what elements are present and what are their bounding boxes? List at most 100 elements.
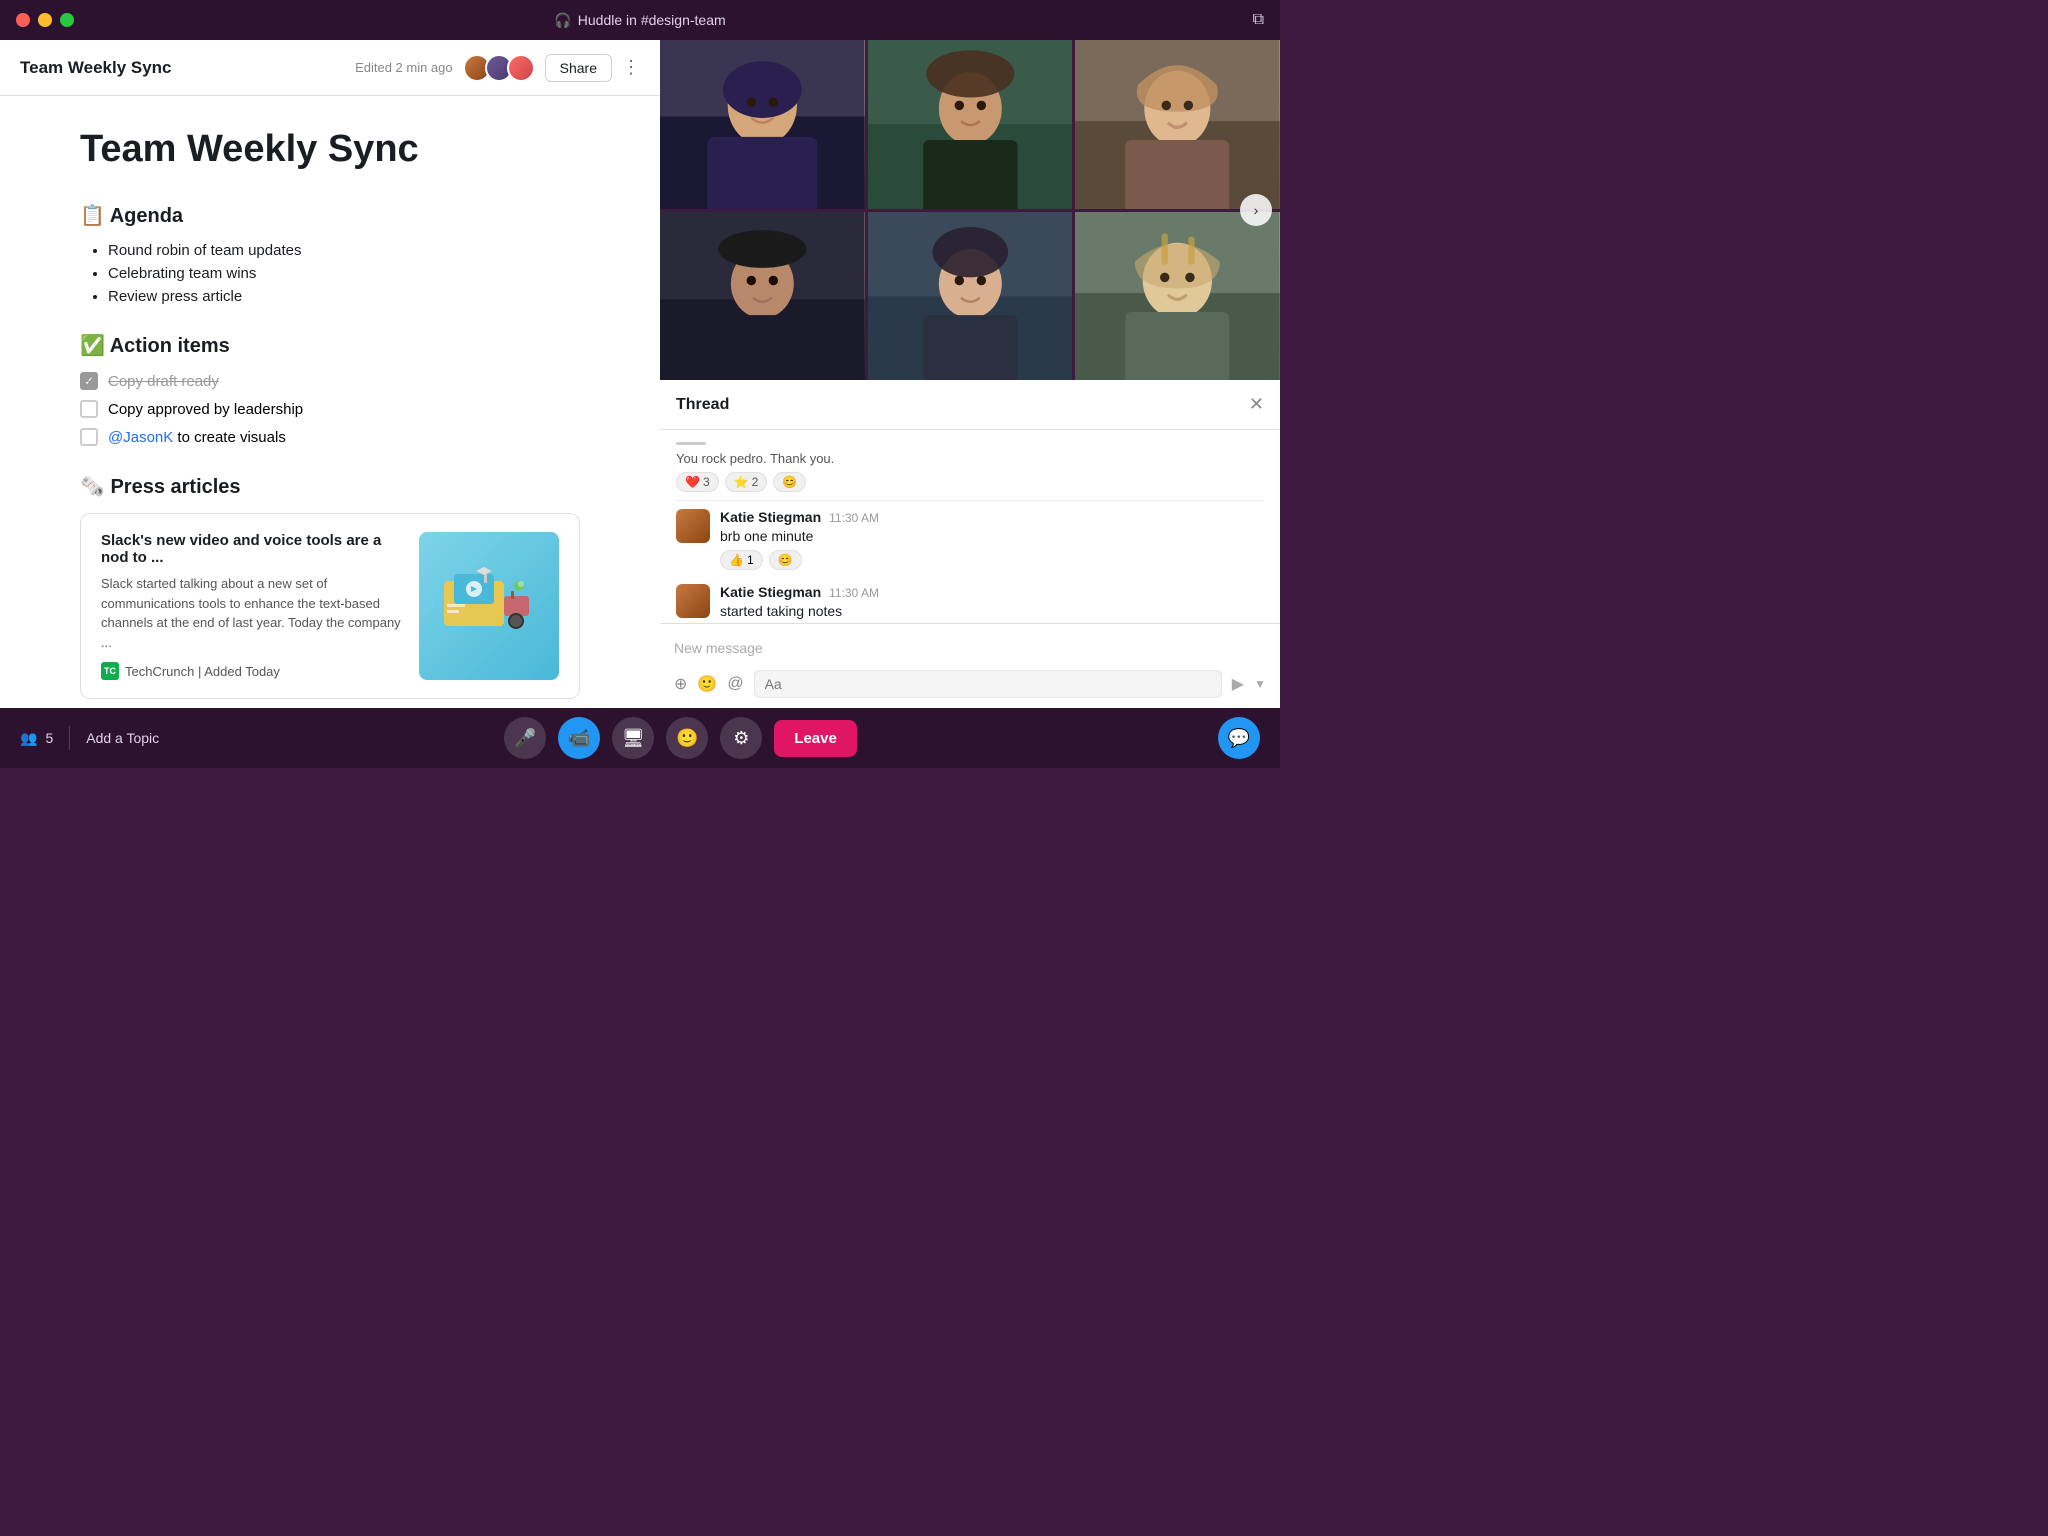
prev-msg-divider bbox=[676, 442, 706, 445]
canvas-header-right: Edited 2 min ago Share ⋮ bbox=[355, 54, 640, 82]
checkbox-2[interactable] bbox=[80, 400, 98, 418]
next-video-button[interactable]: › bbox=[1240, 194, 1272, 226]
techcrunch-logo: TC bbox=[101, 662, 119, 680]
video-cell-5 bbox=[868, 212, 1073, 381]
article-card[interactable]: Slack's new video and voice tools are a … bbox=[80, 513, 580, 699]
message-1: Katie Stiegman 11:30 AM brb one minute 👍… bbox=[676, 509, 1264, 570]
leave-button[interactable]: Leave bbox=[774, 720, 857, 757]
traffic-lights bbox=[16, 13, 74, 27]
message-1-body: Katie Stiegman 11:30 AM brb one minute 👍… bbox=[720, 509, 1264, 570]
close-thread-button[interactable]: ✕ bbox=[1249, 394, 1264, 415]
article-excerpt: Slack started talking about a new set of… bbox=[101, 574, 403, 652]
message-2: Katie Stiegman 11:30 AM started taking n… bbox=[676, 584, 1264, 623]
smile-2-emoji: 😊 bbox=[778, 553, 793, 567]
minimize-traffic-light[interactable] bbox=[38, 13, 52, 27]
checkbox-1[interactable]: ✓ bbox=[80, 372, 98, 390]
person-svg-6 bbox=[1075, 212, 1280, 381]
message-2-avatar bbox=[676, 584, 710, 618]
article-illustration bbox=[439, 566, 539, 646]
collaborator-avatar-3 bbox=[507, 54, 535, 82]
reaction-star-count: 2 bbox=[752, 475, 759, 489]
previous-message: You rock pedro. Thank you. ❤️ 3 ⭐ 2 😊 bbox=[676, 442, 1264, 501]
agenda-item-1: Round robin of team updates bbox=[108, 242, 580, 259]
message-format-input[interactable] bbox=[754, 670, 1222, 698]
reaction-smile-1[interactable]: 😊 bbox=[773, 472, 806, 492]
title-bar: 🎧 Huddle in #design-team ⧉ bbox=[0, 0, 1280, 40]
send-options-button[interactable]: ▼ bbox=[1254, 677, 1266, 691]
message-1-avatar bbox=[676, 509, 710, 543]
emoji-button[interactable]: 🙂 bbox=[697, 674, 717, 694]
message-1-text: brb one minute bbox=[720, 528, 1264, 544]
edited-time: Edited 2 min ago bbox=[355, 60, 453, 75]
video-grid: › bbox=[660, 40, 1280, 380]
person-svg-5 bbox=[868, 212, 1073, 381]
canvas-document-title: Team Weekly Sync bbox=[20, 58, 172, 78]
right-panel: › Thread ✕ You rock pedro. Thank you. ❤️… bbox=[660, 40, 1280, 708]
press-heading: 🗞️ Press articles bbox=[80, 474, 580, 499]
action-item-3[interactable]: @JasonK to create visuals bbox=[80, 428, 580, 446]
share-button[interactable]: Share bbox=[545, 54, 612, 82]
reaction-star-emoji: ⭐ bbox=[734, 475, 749, 489]
add-attachment-button[interactable]: ⊕ bbox=[674, 674, 687, 694]
reaction-smile-2[interactable]: 😊 bbox=[769, 550, 802, 570]
message-1-author: Katie Stiegman bbox=[720, 509, 821, 525]
article-source: TC TechCrunch | Added Today bbox=[101, 662, 403, 680]
person-video-5 bbox=[868, 212, 1073, 381]
emoji-reaction-button[interactable]: 🙂 bbox=[666, 717, 708, 759]
mute-button[interactable]: 🎤 bbox=[504, 717, 546, 759]
prev-msg-reactions: ❤️ 3 ⭐ 2 😊 bbox=[676, 472, 1264, 492]
canvas-panel: Team Weekly Sync Edited 2 min ago Share … bbox=[0, 40, 660, 708]
headphone-icon: 🎧 bbox=[554, 12, 571, 29]
person-svg-1 bbox=[660, 40, 865, 209]
thumbs-emoji: 👍 bbox=[729, 553, 744, 567]
thread-title: Thread bbox=[676, 396, 729, 414]
screen-share-button[interactable]: 🖥 bbox=[612, 717, 654, 759]
reaction-heart[interactable]: ❤️ 3 bbox=[676, 472, 719, 492]
mention-jasonk: @JasonK bbox=[108, 429, 173, 446]
person-svg-4 bbox=[660, 212, 865, 381]
action-item-label-2: Copy approved by leadership bbox=[108, 401, 303, 418]
action-item-1[interactable]: ✓ Copy draft ready bbox=[80, 372, 580, 390]
action-items-section: ✅ Action items ✓ Copy draft ready Copy a… bbox=[80, 333, 580, 446]
message-2-time: 11:30 AM bbox=[829, 586, 879, 600]
video-cell-4 bbox=[660, 212, 865, 381]
settings-button[interactable]: ⚙ bbox=[720, 717, 762, 759]
participants-info: 👥 5 bbox=[20, 730, 53, 747]
action-item-2[interactable]: Copy approved by leadership bbox=[80, 400, 580, 418]
reaction-thumbs[interactable]: 👍 1 bbox=[720, 550, 763, 570]
mention-button[interactable]: @ bbox=[727, 675, 743, 693]
more-options-button[interactable]: ⋮ bbox=[622, 57, 640, 78]
action-item-label-1: Copy draft ready bbox=[108, 373, 219, 390]
agenda-heading: 📋 Agenda bbox=[80, 203, 580, 228]
thumbs-count: 1 bbox=[747, 553, 754, 567]
press-section: 🗞️ Press articles Slack's new video and … bbox=[80, 474, 580, 699]
video-cell-2 bbox=[868, 40, 1073, 209]
article-image bbox=[419, 532, 559, 680]
bottom-controls: 🎤 📹 🖥 🙂 ⚙ Leave bbox=[175, 717, 1186, 759]
collaborator-avatars bbox=[463, 54, 535, 82]
message-input-area: New message ⊕ 🙂 @ ▶ ▼ bbox=[660, 623, 1280, 708]
message-placeholder: New message bbox=[674, 634, 1266, 662]
close-traffic-light[interactable] bbox=[16, 13, 30, 27]
bottom-bar: 👥 5 Add a Topic 🎤 📹 🖥 🙂 ⚙ Leave 💬 bbox=[0, 708, 1280, 768]
add-topic-button[interactable]: Add a Topic bbox=[86, 730, 159, 746]
thread-header: Thread ✕ bbox=[660, 380, 1280, 430]
reaction-smile-1-emoji: 😊 bbox=[782, 475, 797, 489]
checkbox-3[interactable] bbox=[80, 428, 98, 446]
video-button[interactable]: 📹 bbox=[558, 717, 600, 759]
canvas-header: Team Weekly Sync Edited 2 min ago Share … bbox=[0, 40, 660, 96]
person-video-2 bbox=[868, 40, 1073, 209]
maximize-traffic-light[interactable] bbox=[60, 13, 74, 27]
message-2-text: started taking notes bbox=[720, 603, 1264, 619]
agenda-list: Round robin of team updates Celebrating … bbox=[80, 242, 580, 305]
send-button[interactable]: ▶ bbox=[1232, 674, 1244, 694]
message-2-body: Katie Stiegman 11:30 AM started taking n… bbox=[720, 584, 1264, 623]
message-1-header: Katie Stiegman 11:30 AM bbox=[720, 509, 1264, 525]
split-view-icon[interactable]: ⧉ bbox=[1253, 11, 1264, 28]
chat-toggle-button[interactable]: 💬 bbox=[1218, 717, 1260, 759]
window-controls: ⧉ bbox=[1253, 11, 1264, 29]
window-title-text: Huddle in #design-team bbox=[578, 12, 726, 28]
people-icon: 👥 bbox=[20, 730, 37, 747]
reaction-heart-count: 3 bbox=[703, 475, 710, 489]
reaction-star[interactable]: ⭐ 2 bbox=[725, 472, 768, 492]
